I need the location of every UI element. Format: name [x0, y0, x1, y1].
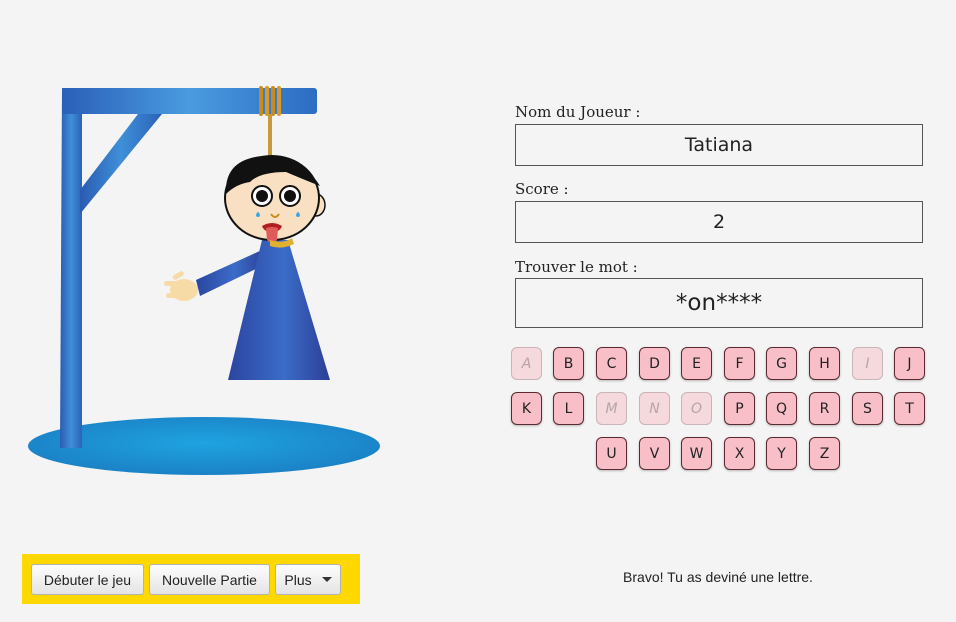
letter-key-h[interactable]: H — [809, 347, 840, 380]
gallows-post — [60, 88, 82, 448]
gallows-brace — [80, 114, 162, 214]
word-field: *on**** — [515, 278, 923, 328]
letter-key-r[interactable]: R — [809, 392, 840, 425]
letter-key-f[interactable]: F — [724, 347, 755, 380]
letter-key-e[interactable]: E — [681, 347, 712, 380]
more-menu-label: Plus — [284, 571, 312, 588]
head — [224, 155, 326, 248]
letter-key-p[interactable]: P — [724, 392, 755, 425]
hangman-illustration — [28, 86, 380, 475]
score-field: 2 — [515, 201, 923, 243]
status-message: Bravo! Tu as deviné une lettre. — [623, 569, 813, 585]
letter-key-v[interactable]: V — [639, 437, 670, 470]
more-menu-button[interactable]: Plus — [275, 564, 341, 595]
letter-key-x[interactable]: X — [724, 437, 755, 470]
letter-key-i: I — [852, 347, 883, 380]
new-game-button[interactable]: Nouvelle Partie — [149, 564, 270, 595]
letter-key-w[interactable]: W — [681, 437, 712, 470]
game-toolbar: Débuter le jeu Nouvelle Partie Plus — [22, 554, 360, 604]
letter-key-z[interactable]: Z — [809, 437, 840, 470]
letter-key-s[interactable]: S — [852, 392, 883, 425]
letter-key-m: M — [596, 392, 627, 425]
letter-key-j[interactable]: J — [894, 347, 925, 380]
word-label: Trouver le mot : — [515, 258, 638, 276]
letter-key-b[interactable]: B — [553, 347, 584, 380]
player-name-label: Nom du Joueur : — [515, 103, 641, 121]
letter-key-t[interactable]: T — [894, 392, 925, 425]
player-name-field: Tatiana — [515, 124, 923, 166]
letter-key-d[interactable]: D — [639, 347, 670, 380]
letter-key-a: A — [511, 347, 542, 380]
chevron-down-icon — [321, 577, 332, 582]
hand — [164, 271, 198, 301]
letter-key-q[interactable]: Q — [766, 392, 797, 425]
letter-key-k[interactable]: K — [511, 392, 542, 425]
letter-key-n: N — [639, 392, 670, 425]
letter-key-u[interactable]: U — [596, 437, 627, 470]
letter-key-l[interactable]: L — [553, 392, 584, 425]
score-label: Score : — [515, 180, 569, 198]
letter-key-g[interactable]: G — [766, 347, 797, 380]
letter-key-c[interactable]: C — [596, 347, 627, 380]
start-game-button[interactable]: Débuter le jeu — [31, 564, 144, 595]
letter-key-y[interactable]: Y — [766, 437, 797, 470]
letter-key-o: O — [681, 392, 712, 425]
